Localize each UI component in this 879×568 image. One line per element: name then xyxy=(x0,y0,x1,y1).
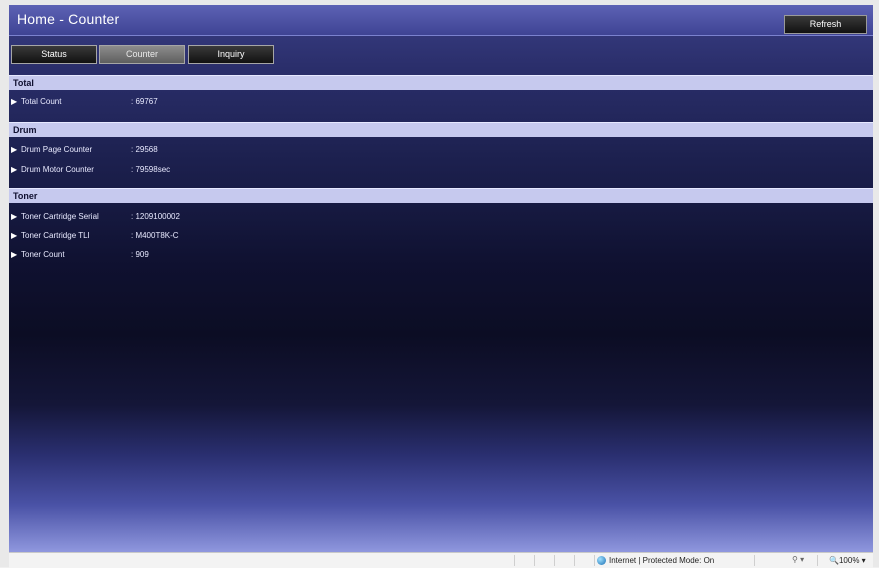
tab-status[interactable]: Status xyxy=(11,45,97,64)
list-item: ▶ Drum Page Counter : 29568 xyxy=(11,145,158,159)
row-value: : 79598sec xyxy=(131,165,171,174)
list-item: ▶ Drum Motor Counter : 79598sec xyxy=(11,165,170,179)
row-value: : 29568 xyxy=(131,145,158,154)
section-header-toner: Toner xyxy=(9,188,873,203)
bullet-arrow-icon: ▶ xyxy=(11,231,18,240)
bullet-arrow-icon: ▶ xyxy=(11,250,18,259)
row-value: : M400T8K-C xyxy=(131,231,179,240)
row-value: : 909 xyxy=(131,250,149,259)
list-item: ▶ Toner Cartridge Serial : 1209100002 xyxy=(11,212,180,226)
globe-icon xyxy=(597,556,606,565)
row-value: : 69767 xyxy=(131,97,158,106)
row-value: : 1209100002 xyxy=(131,212,180,221)
page-viewport: Home - Counter Refresh Status Counter In… xyxy=(9,5,873,552)
tab-counter[interactable]: Counter xyxy=(99,45,185,64)
title-bar: Home - Counter Refresh xyxy=(9,5,873,36)
protected-mode-icon[interactable]: ⚲ ▾ xyxy=(792,555,804,564)
bullet-arrow-icon: ▶ xyxy=(11,212,18,221)
row-label: Total Count xyxy=(21,97,62,106)
section-header-drum: Drum xyxy=(9,122,873,137)
page-title: Home - Counter xyxy=(17,11,120,27)
row-label: Toner Count xyxy=(21,250,65,259)
list-item: ▶ Total Count : 69767 xyxy=(11,97,158,111)
browser-status-bar: Internet | Protected Mode: On ⚲ ▾ 🔍100% … xyxy=(9,552,873,568)
bullet-arrow-icon: ▶ xyxy=(11,145,18,154)
zoom-level: 100% xyxy=(838,556,860,565)
list-item: ▶ Toner Cartridge TLI : M400T8K-C xyxy=(11,231,179,245)
list-item: ▶ Toner Count : 909 xyxy=(11,250,149,264)
browser-window: Home - Counter Refresh Status Counter In… xyxy=(0,0,879,568)
row-label: Toner Cartridge Serial xyxy=(21,212,99,221)
row-label: Drum Page Counter xyxy=(21,145,93,154)
row-label: Toner Cartridge TLI xyxy=(21,231,90,240)
row-label: Drum Motor Counter xyxy=(21,165,94,174)
zoom-control[interactable]: 🔍100% ▾ xyxy=(829,556,866,565)
bullet-arrow-icon: ▶ xyxy=(11,97,18,106)
security-zone[interactable]: Internet | Protected Mode: On xyxy=(609,556,714,565)
bullet-arrow-icon: ▶ xyxy=(11,165,18,174)
tab-inquiry[interactable]: Inquiry xyxy=(188,45,274,64)
section-header-total: Total xyxy=(9,75,873,90)
refresh-button[interactable]: Refresh xyxy=(784,15,867,34)
